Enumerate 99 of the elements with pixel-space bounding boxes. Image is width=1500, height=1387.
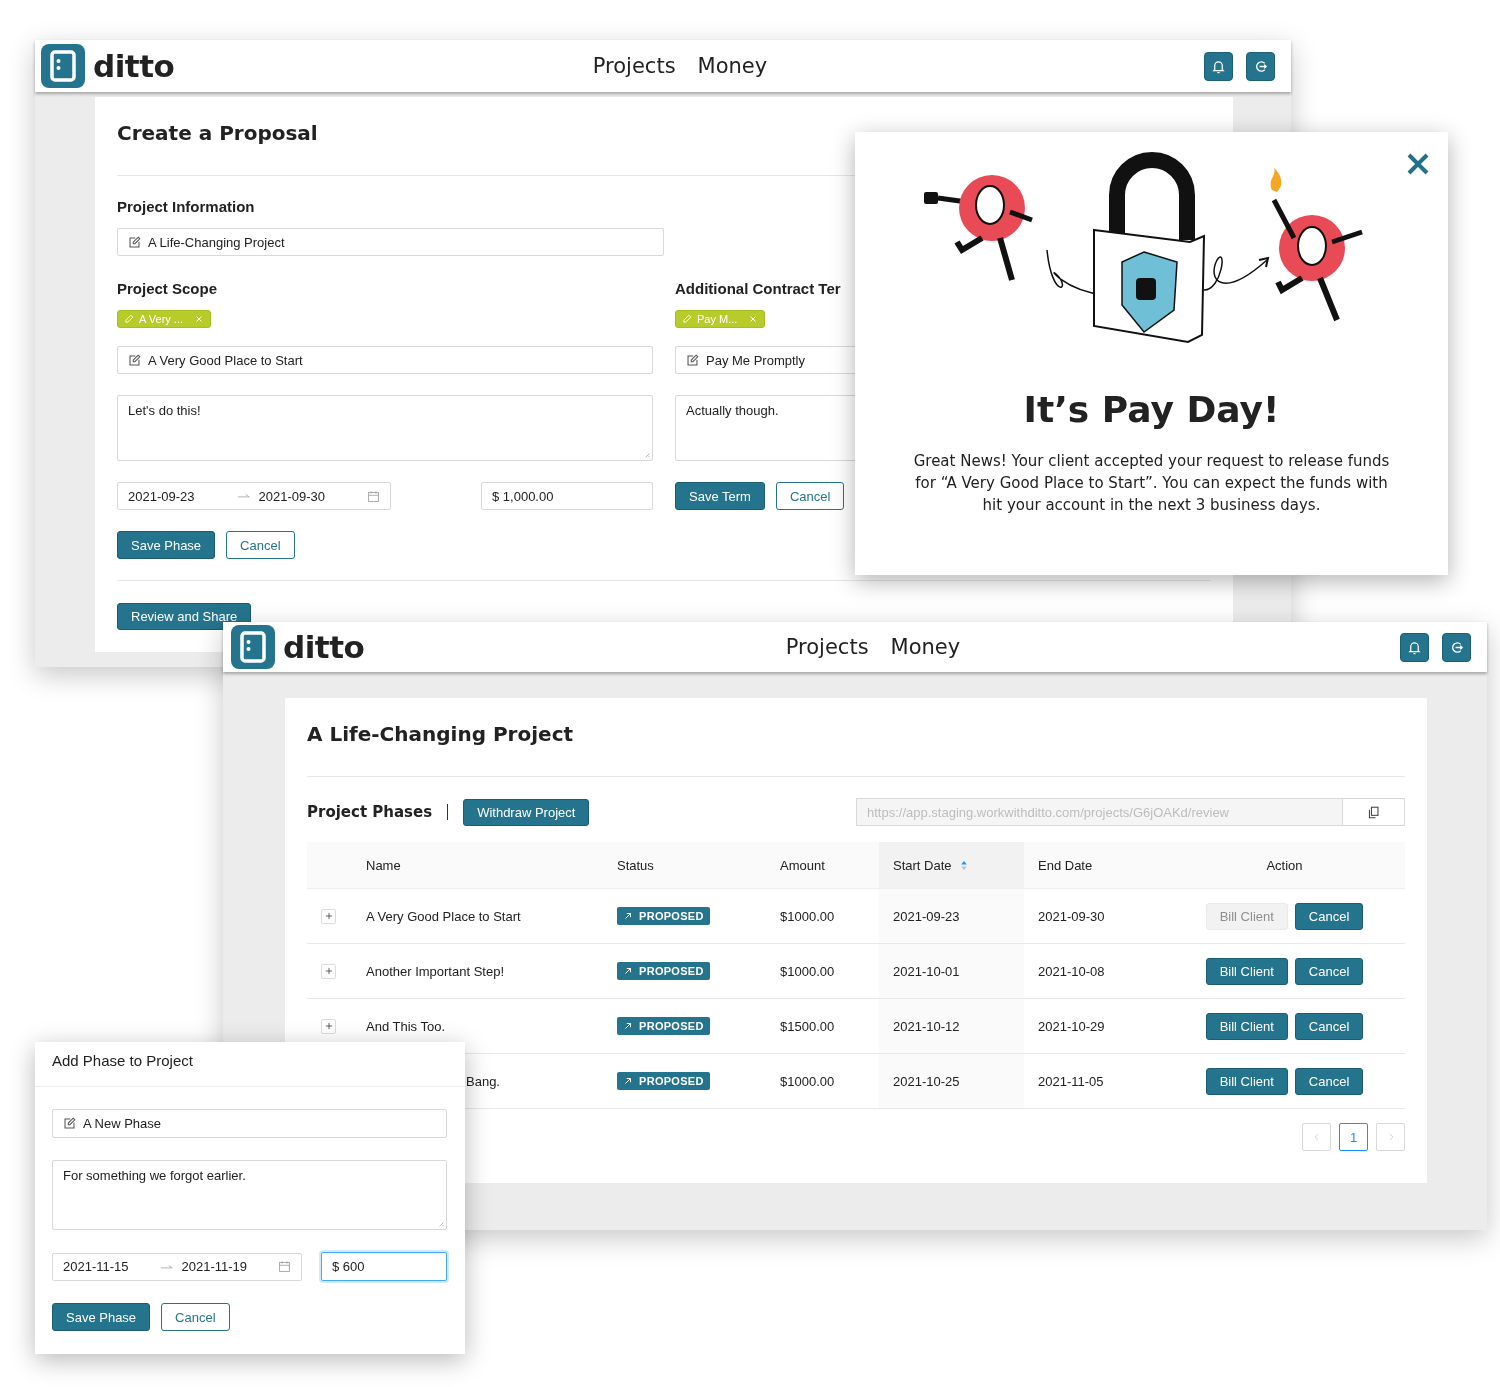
status-badge: PROPOSED <box>617 962 710 980</box>
table-cell: 2021-09-30 <box>1038 908 1105 924</box>
cancel-button[interactable]: Cancel <box>775 482 845 510</box>
calendar-icon <box>367 489 380 503</box>
table-cell: And This Too. <box>366 1018 445 1034</box>
expand-button[interactable] <box>321 1018 336 1034</box>
column-header: Status <box>603 842 766 889</box>
bill-client-button[interactable]: Bill Client <box>1205 1067 1288 1095</box>
modal-message: Great News! Your client accepted your request to release funds for “A Very Good Place to Start”. You can expect the funds with hit your account in the next 3 business days. <box>912 451 1391 516</box>
withdraw-button[interactable]: Withdraw Project <box>463 798 590 826</box>
expand-button[interactable] <box>321 963 336 979</box>
logo-text: ditto <box>283 629 365 665</box>
save-button[interactable]: Save Phase <box>52 1303 151 1331</box>
cancel-button[interactable]: Cancel <box>1294 902 1364 930</box>
arrow-icon <box>623 966 633 976</box>
pencil-icon <box>682 314 692 324</box>
text-area[interactable]: Let's do this! <box>117 395 653 461</box>
table-cell: A Very Good Place to Start <box>366 908 521 924</box>
table-cell: $1000.00 <box>780 963 835 979</box>
table-cell: $1000.00 <box>780 1073 835 1089</box>
bill-client-button[interactable]: Bill Client <box>1205 1012 1288 1040</box>
logo-icon <box>41 44 85 88</box>
nav-link[interactable]: Projects <box>592 52 676 80</box>
logo-text: ditto <box>93 48 175 84</box>
status-badge: PROPOSED <box>617 907 710 925</box>
notifications-button[interactable] <box>1400 632 1429 662</box>
table-cell: 2021-10-08 <box>1038 963 1105 979</box>
section-heading: Project Scope <box>117 280 219 298</box>
save-button[interactable]: Save Term <box>675 482 765 510</box>
arrow-icon <box>623 1021 633 1031</box>
logout-icon <box>1253 58 1268 74</box>
close-icon <box>1406 152 1430 176</box>
status-badge: PROPOSED <box>617 1072 710 1090</box>
copy-icon <box>1367 805 1380 819</box>
plus-icon <box>323 911 334 921</box>
table-cell: 2021-10-12 <box>893 1018 960 1034</box>
copy-button[interactable] <box>1343 798 1405 826</box>
column-header: Start Date <box>879 842 1024 889</box>
section-heading: Additional Contract Ter <box>675 280 842 298</box>
text-field[interactable]: A New Phase <box>52 1109 447 1138</box>
table-cell: Another Important Step! <box>366 963 505 979</box>
logout-button[interactable] <box>1442 632 1471 662</box>
table-cell: $1500.00 <box>780 1018 835 1034</box>
text-field[interactable]: A Very Good Place to Start <box>117 346 653 374</box>
column-header: Name <box>352 842 603 889</box>
nav-link[interactable]: Money <box>890 633 961 661</box>
bell-icon <box>1407 639 1422 655</box>
pencil-icon <box>124 314 134 324</box>
dialog-title: Add Phase to Project <box>35 1042 465 1087</box>
calendar-icon <box>278 1260 291 1273</box>
edit-icon <box>128 235 141 249</box>
section-heading: Project Information <box>117 198 256 216</box>
sort-icon[interactable] <box>959 859 968 871</box>
notifications-button[interactable] <box>1204 51 1233 81</box>
bill-client-button[interactable]: Bill Client <box>1205 957 1288 985</box>
table-cell: 2021-11-05 <box>1038 1073 1104 1089</box>
table-cell: 2021-10-25 <box>893 1073 960 1089</box>
logout-icon <box>1449 639 1464 655</box>
text-field[interactable]: A Life-Changing Project <box>117 228 664 256</box>
review-button[interactable]: Review and Share <box>117 603 252 630</box>
text-area[interactable]: For something we forgot earlier. <box>52 1160 447 1230</box>
logo-icon <box>231 625 275 669</box>
column-header: Amount <box>766 842 879 889</box>
plus-icon <box>323 966 334 976</box>
remove-icon <box>194 314 205 324</box>
modal-title: It’s Pay Day! <box>1023 388 1280 432</box>
column-header: Action <box>1164 842 1405 889</box>
arrow-icon <box>623 911 633 921</box>
page-title: A Life-Changing Project <box>307 720 1405 777</box>
table-cell: 2021-10-29 <box>1038 1018 1105 1034</box>
nav-link[interactable]: Projects <box>785 633 869 661</box>
amount-field[interactable]: $ 1,000.00 <box>481 482 653 510</box>
table-cell-text: Bang. <box>465 1073 500 1089</box>
nav-link[interactable]: Money <box>697 52 768 80</box>
cancel-button[interactable]: Cancel <box>1294 957 1364 985</box>
cancel-button[interactable]: Cancel <box>1294 1067 1364 1095</box>
status-badge: PROPOSED <box>617 1017 710 1035</box>
plus-icon <box>323 1021 334 1031</box>
page-button[interactable]: 1 <box>1339 1123 1368 1151</box>
table-cell: 2021-10-01 <box>893 963 960 979</box>
table-cell: $1000.00 <box>780 908 835 924</box>
edit-icon <box>63 1117 76 1130</box>
edit-icon <box>686 353 699 367</box>
section-heading: Project Phases <box>307 803 433 821</box>
column-header: End Date <box>1024 842 1164 889</box>
remove-icon <box>748 314 759 324</box>
expand-button[interactable] <box>321 908 336 924</box>
amount-field[interactable]: $ 600 <box>321 1252 447 1281</box>
cancel-button[interactable]: Cancel <box>1294 1012 1364 1040</box>
date-range-field[interactable]: 2021-09-23 2021-09-30 <box>117 482 391 510</box>
table-cell: 2021-09-23 <box>893 908 960 924</box>
bell-icon <box>1211 58 1226 74</box>
cancel-button[interactable]: Cancel <box>161 1303 230 1331</box>
date-range-field[interactable]: 2021-11-15 2021-11-19 <box>52 1252 302 1281</box>
save-button[interactable]: Save Phase <box>117 531 216 559</box>
edit-icon <box>128 353 141 367</box>
logout-button[interactable] <box>1246 51 1275 81</box>
arrow-icon <box>623 1076 633 1086</box>
cancel-button[interactable]: Cancel <box>226 531 295 559</box>
